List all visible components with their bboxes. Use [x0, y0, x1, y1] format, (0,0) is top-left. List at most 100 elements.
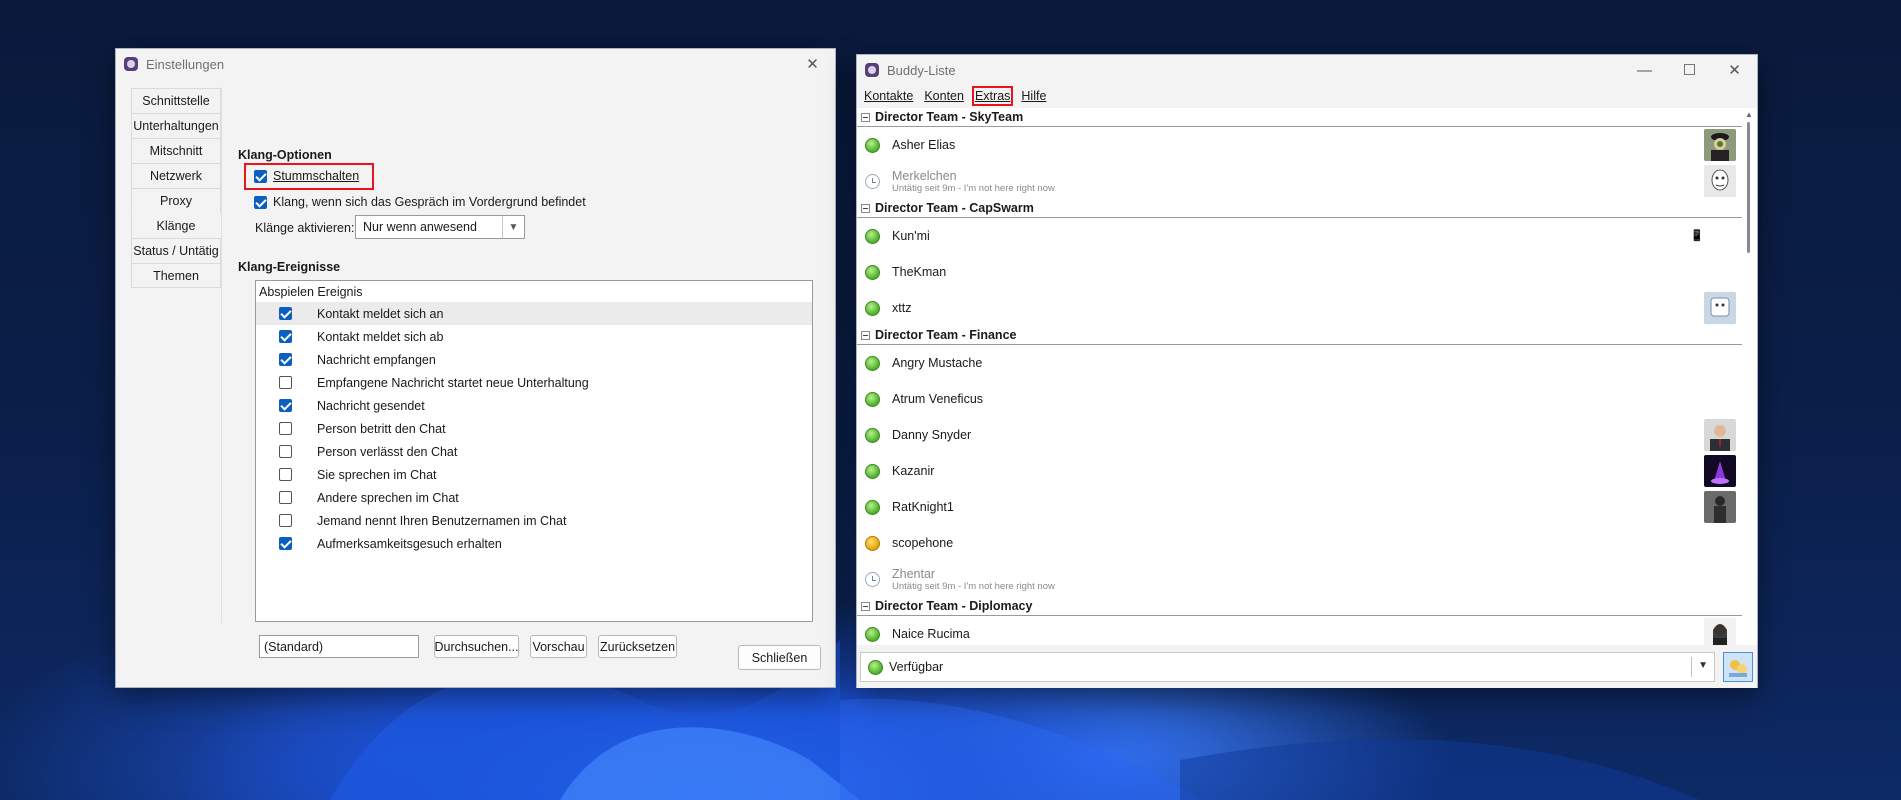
tab-network[interactable]: Netzwerk	[131, 163, 221, 188]
tab-themes[interactable]: Themen	[131, 263, 221, 288]
event-row[interactable]: Jemand nennt Ihren Benutzernamen im Chat	[256, 509, 812, 532]
collapse-icon[interactable]	[861, 203, 870, 213]
buddy-row[interactable]: Kazanir	[857, 453, 1744, 489]
available-status-icon	[865, 427, 880, 443]
scroll-up-icon[interactable]: ▲	[1745, 110, 1753, 119]
status-value: Verfügbar	[889, 660, 944, 674]
avatar	[1704, 618, 1736, 645]
event-row[interactable]: Nachricht gesendet	[256, 394, 812, 417]
sound-events-list: Abspielen Ereignis Kontakt meldet sich a…	[255, 280, 813, 622]
available-status-icon	[865, 355, 880, 371]
buddy-name: Naice Rucima	[892, 627, 970, 641]
collapse-icon[interactable]	[861, 112, 870, 122]
menu-accounts[interactable]: Konten	[924, 89, 964, 103]
event-row[interactable]: Kontakt meldet sich an	[256, 302, 812, 325]
group-header[interactable]: Director Team - CapSwarm	[857, 199, 1744, 218]
tab-interface[interactable]: Schnittstelle	[131, 88, 221, 113]
tab-proxy[interactable]: Proxy	[131, 188, 221, 213]
chevron-down-icon[interactable]: ▼	[1698, 660, 1708, 671]
event-checkbox[interactable]	[279, 468, 292, 481]
event-row[interactable]: Aufmerksamkeitsgesuch erhalten	[256, 532, 812, 555]
event-checkbox[interactable]	[279, 491, 292, 504]
avatar	[1704, 419, 1736, 451]
foreground-checkbox[interactable]	[254, 195, 267, 209]
event-checkbox[interactable]	[279, 376, 292, 389]
buddy-row[interactable]: Kun'mi 📱	[857, 218, 1744, 254]
event-row[interactable]: Andere sprechen im Chat	[256, 486, 812, 509]
event-label: Person verlässt den Chat	[317, 444, 458, 459]
buddy-row[interactable]: TheKman	[857, 254, 1744, 290]
buddy-row[interactable]: scopehone	[857, 525, 1744, 561]
tab-conversations[interactable]: Unterhaltungen	[131, 113, 221, 138]
buddy-icon-button[interactable]	[1723, 652, 1753, 682]
group-header[interactable]: Director Team - Finance	[857, 326, 1744, 345]
minimize-icon[interactable]: —	[1622, 55, 1667, 85]
maximize-icon[interactable]: ☐	[1667, 55, 1712, 85]
buddy-row[interactable]: Asher Elias	[857, 127, 1744, 163]
event-checkbox[interactable]	[279, 445, 292, 458]
browse-button[interactable]: Durchsuchen...	[434, 635, 519, 658]
buddy-name: scopehone	[892, 536, 954, 550]
menu-help[interactable]: Hilfe	[1021, 89, 1046, 103]
event-row[interactable]: Person verlässt den Chat	[256, 440, 812, 463]
status-selector[interactable]: Verfügbar ▼	[860, 652, 1715, 682]
event-checkbox[interactable]	[279, 514, 292, 527]
foreground-checkbox-row[interactable]: Klang, wenn sich das Gespräch im Vorderg…	[254, 195, 586, 209]
avatar	[1704, 292, 1736, 324]
idle-status-icon	[865, 571, 880, 587]
tab-sounds[interactable]: Klänge	[131, 213, 221, 238]
buddy-row[interactable]: Atrum Veneficus	[857, 381, 1744, 417]
event-checkbox[interactable]	[279, 422, 292, 435]
scrollbar-thumb[interactable]	[1747, 122, 1750, 253]
buddy-row[interactable]: Angry Mustache	[857, 345, 1744, 381]
menu-extras[interactable]: Extras	[971, 86, 1014, 106]
event-label: Sie sprechen im Chat	[317, 467, 437, 482]
event-row[interactable]: Sie sprechen im Chat	[256, 463, 812, 486]
buddy-row[interactable]: xttz	[857, 290, 1744, 326]
close-button[interactable]: Schließen	[738, 645, 821, 670]
enable-sounds-label: Klänge aktivieren:	[255, 221, 355, 235]
buddy-row[interactable]: Naice Rucima	[857, 616, 1744, 645]
event-row[interactable]: Kontakt meldet sich ab	[256, 325, 812, 348]
event-checkbox[interactable]	[279, 537, 292, 550]
pidgin-app-icon	[865, 63, 879, 77]
avatar	[1704, 491, 1736, 523]
collapse-icon[interactable]	[861, 601, 870, 611]
available-status-icon	[865, 391, 880, 407]
event-checkbox[interactable]	[279, 353, 292, 366]
buddy-status-message: Untätig seit 9m - I'm not here right now	[892, 580, 1055, 592]
available-status-icon	[865, 300, 880, 316]
event-row[interactable]: Nachricht empfangen	[256, 348, 812, 371]
mute-checkbox[interactable]	[254, 169, 267, 183]
event-row[interactable]: Empfangene Nachricht startet neue Unterh…	[256, 371, 812, 394]
buddy-list-scrollbar[interactable]: ▲	[1742, 108, 1757, 645]
group-header[interactable]: Director Team - SkyTeam	[857, 108, 1744, 127]
tab-status-idle[interactable]: Status / Untätig	[131, 238, 221, 263]
group-header[interactable]: Director Team - Diplomacy	[857, 597, 1744, 616]
close-icon[interactable]: ✕	[1712, 55, 1757, 85]
preview-button[interactable]: Vorschau	[530, 635, 587, 658]
buddy-list-window: Buddy-Liste — ☐ ✕ Kontakte Konten Extras…	[856, 54, 1758, 688]
event-checkbox[interactable]	[279, 307, 292, 320]
buddy-row[interactable]: Danny Snyder	[857, 417, 1744, 453]
enable-sounds-select[interactable]: Nur wenn anwesend ▼	[355, 215, 525, 239]
tab-logging[interactable]: Mitschnitt	[131, 138, 221, 163]
buddy-name: RatKnight1	[892, 500, 954, 514]
close-icon[interactable]: ✕	[790, 49, 835, 79]
buddy-title: Buddy-Liste	[887, 62, 956, 78]
sound-file-field[interactable]: (Standard)	[259, 635, 419, 658]
event-checkbox[interactable]	[279, 399, 292, 412]
buddy-row[interactable]: Merkelchen Untätig seit 9m - I'm not her…	[857, 163, 1744, 199]
foreground-label: Klang, wenn sich das Gespräch im Vorderg…	[273, 195, 586, 209]
collapse-icon[interactable]	[861, 330, 870, 340]
mute-checkbox-row[interactable]: Stummschalten	[254, 169, 359, 183]
settings-title: Einstellungen	[146, 56, 225, 72]
reset-button[interactable]: Zurücksetzen	[598, 635, 677, 658]
available-status-icon	[865, 137, 880, 153]
event-row[interactable]: Person betritt den Chat	[256, 417, 812, 440]
buddy-row[interactable]: Zhentar Untätig seit 9m - I'm not here r…	[857, 561, 1744, 597]
buddy-row[interactable]: RatKnight1	[857, 489, 1744, 525]
menu-contacts[interactable]: Kontakte	[864, 89, 913, 103]
event-label: Andere sprechen im Chat	[317, 490, 459, 505]
event-checkbox[interactable]	[279, 330, 292, 343]
